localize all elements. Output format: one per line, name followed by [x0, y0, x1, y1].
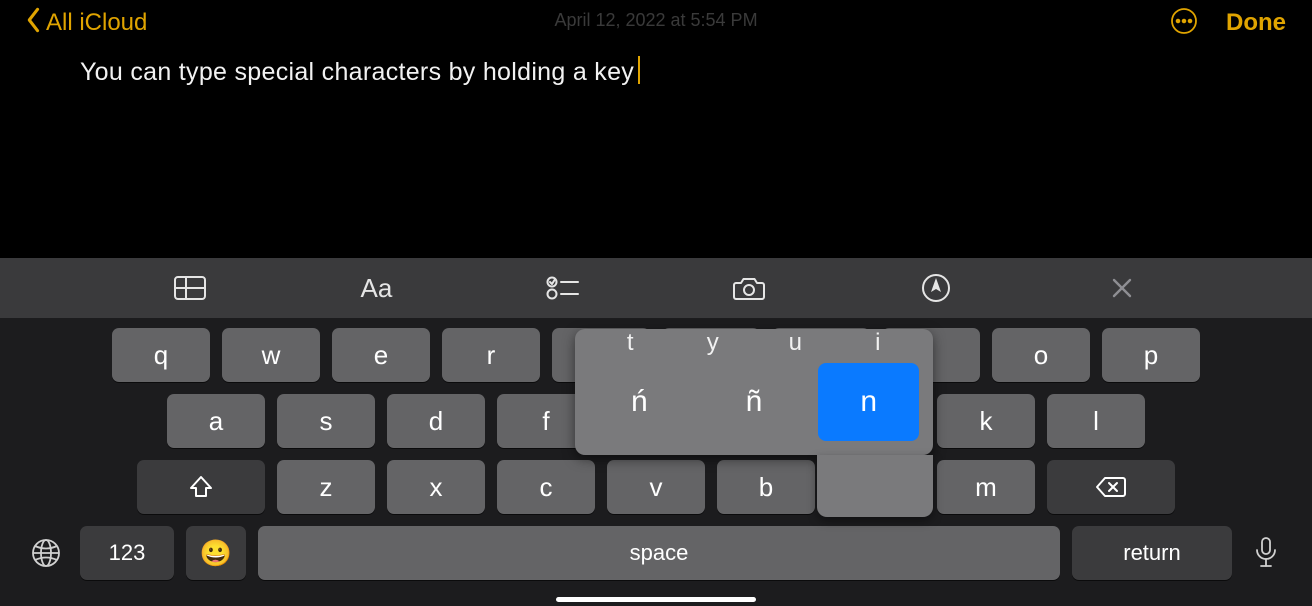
key-p[interactable]: p — [1102, 328, 1200, 382]
accent-option-n[interactable]: n — [818, 363, 919, 441]
key-r[interactable]: r — [442, 328, 540, 382]
key-m[interactable]: m — [937, 460, 1035, 514]
text-cursor — [638, 56, 640, 84]
key-v[interactable]: v — [607, 460, 705, 514]
chevron-left-icon — [26, 7, 42, 40]
numbers-key[interactable]: 123 — [80, 526, 174, 580]
key-o[interactable]: o — [992, 328, 1090, 382]
key-s[interactable]: s — [277, 394, 375, 448]
more-options-button[interactable] — [1170, 7, 1198, 40]
emoji-key[interactable]: 😀 — [186, 526, 246, 580]
globe-key[interactable] — [24, 531, 68, 575]
close-toolbar-button[interactable] — [1102, 268, 1142, 308]
obscured-key-u: u — [754, 329, 837, 357]
done-button[interactable]: Done — [1226, 9, 1286, 37]
key-a[interactable]: a — [167, 394, 265, 448]
dictation-key[interactable] — [1244, 531, 1288, 575]
back-label: All iCloud — [46, 9, 147, 37]
obscured-key-t: t — [589, 329, 672, 357]
obscured-key-i: i — [837, 329, 920, 357]
format-toolbar: Aa — [0, 258, 1312, 318]
camera-button[interactable] — [729, 268, 769, 308]
backspace-key[interactable] — [1047, 460, 1175, 514]
back-button[interactable]: All iCloud — [26, 7, 147, 40]
text-format-button[interactable]: Aa — [356, 268, 396, 308]
shift-key[interactable] — [137, 460, 265, 514]
note-text-area[interactable]: You can type special characters by holdi… — [80, 56, 1232, 87]
key-b[interactable]: b — [717, 460, 815, 514]
key-e[interactable]: e — [332, 328, 430, 382]
key-k[interactable]: k — [937, 394, 1035, 448]
key-q[interactable]: q — [112, 328, 210, 382]
accent-option-ń[interactable]: ń — [589, 363, 690, 441]
accent-popup: tyui ńñn — [575, 329, 933, 455]
key-z[interactable]: z — [277, 460, 375, 514]
table-button[interactable] — [170, 268, 210, 308]
markup-button[interactable] — [916, 268, 956, 308]
space-key[interactable]: space — [258, 526, 1060, 580]
return-key[interactable]: return — [1072, 526, 1232, 580]
accent-option-ñ[interactable]: ñ — [704, 363, 805, 441]
note-timestamp: April 12, 2022 at 5:54 PM — [554, 10, 757, 31]
accent-popup-stem — [817, 455, 933, 517]
note-text: You can type special characters by holdi… — [80, 58, 634, 86]
key-x[interactable]: x — [387, 460, 485, 514]
obscured-key-y: y — [672, 329, 755, 357]
checklist-button[interactable] — [543, 268, 583, 308]
key-l[interactable]: l — [1047, 394, 1145, 448]
key-c[interactable]: c — [497, 460, 595, 514]
key-w[interactable]: w — [222, 328, 320, 382]
key-d[interactable]: d — [387, 394, 485, 448]
home-indicator[interactable] — [556, 597, 756, 602]
